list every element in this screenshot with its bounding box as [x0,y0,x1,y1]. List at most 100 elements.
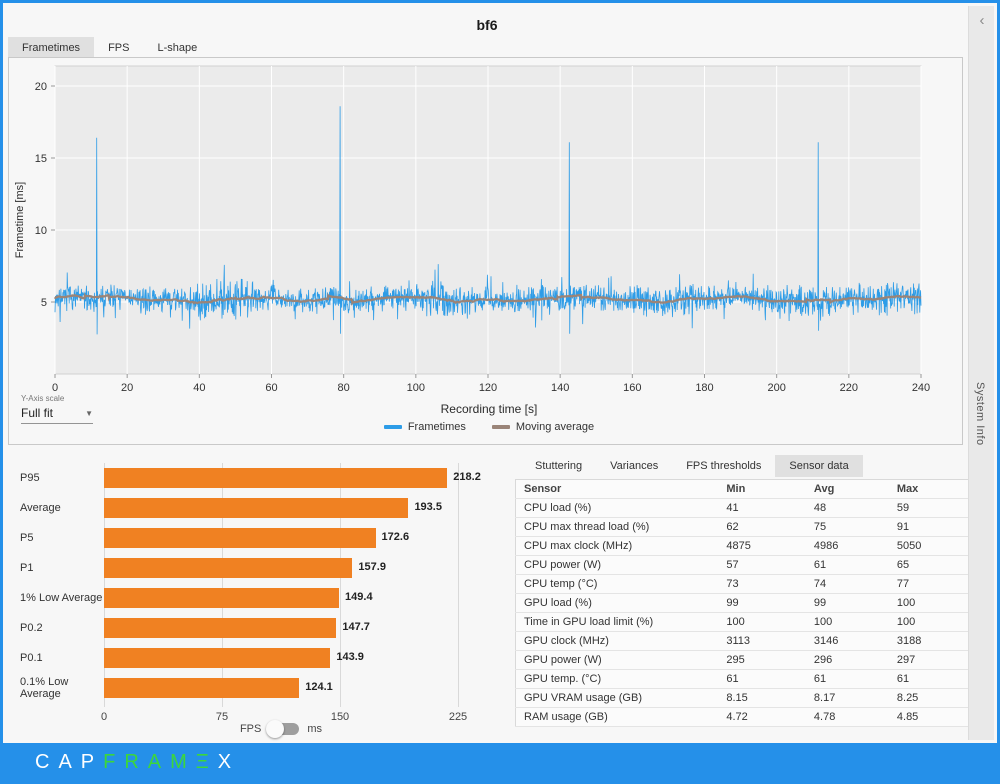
bar-label: Average [8,502,104,514]
svg-text:Frametime [ms]: Frametime [ms] [14,182,26,258]
unit-toggle-row: FPS ms [104,723,458,735]
table-cell: GPU power (W) [516,651,719,670]
bar-label: P1 [8,562,104,574]
stats-tab-variances[interactable]: Variances [596,455,672,477]
bar-chart: P95218.2Average193.5P5172.6P1157.91% Low… [8,463,508,707]
svg-text:20: 20 [121,382,133,394]
table-row[interactable]: GPU VRAM usage (GB)8.158.178.25 [516,689,977,708]
bar-label: P5 [8,532,104,544]
capframex-window: bf6 FrametimesFPSL-shape 020406080100120… [0,0,1000,784]
bar-fill[interactable] [104,498,408,518]
table-cell: 4.72 [718,708,806,727]
bar-fill[interactable] [104,528,376,548]
table-cell: 100 [889,613,977,632]
table-row[interactable]: CPU max thread load (%)627591 [516,518,977,537]
page-title: bf6 [3,17,971,33]
bar-label: P0.1 [8,652,104,664]
fps-statistics-panel: P95218.2Average193.5P5172.6P1157.91% Low… [8,455,508,743]
bar-fill[interactable] [104,588,339,608]
table-cell: 61 [718,670,806,689]
table-row[interactable]: CPU max clock (MHz)487549865050 [516,537,977,556]
footer-bar: CAPFRAMΞX [3,743,997,781]
bar-fill[interactable] [104,678,299,698]
table-cell: 4.85 [889,708,977,727]
bar-value: 143.9 [336,651,364,663]
svg-text:10: 10 [35,225,47,237]
chevron-left-icon[interactable]: ‹ [975,14,989,28]
stats-tab-fps-thresholds[interactable]: FPS thresholds [672,455,775,477]
svg-text:120: 120 [479,382,497,394]
table-cell: Time in GPU load limit (%) [516,613,719,632]
bar-row-p5: P5172.6 [8,523,508,553]
svg-text:200: 200 [767,382,785,394]
table-cell: CPU load (%) [516,499,719,518]
table-cell: 99 [718,594,806,613]
table-cell: 8.25 [889,689,977,708]
table-row[interactable]: GPU power (W)295296297 [516,651,977,670]
table-row[interactable]: RAM usage (GB)4.724.784.85 [516,708,977,727]
table-row[interactable]: GPU clock (MHz)311331463188 [516,632,977,651]
yaxis-scale-dropdown[interactable]: Full fit ▼ [21,406,93,424]
frametime-chart[interactable]: 0204060801001201401601802002202405101520… [9,58,962,444]
svg-text:5: 5 [41,297,47,309]
table-cell: CPU max clock (MHz) [516,537,719,556]
table-row[interactable]: GPU temp. (°C)616161 [516,670,977,689]
table-cell: 75 [806,518,889,537]
chart-view-tabs: FrametimesFPSL-shape [8,37,211,59]
tab-fps[interactable]: FPS [94,37,143,59]
fps-ms-toggle[interactable] [269,723,299,735]
table-cell: 3113 [718,632,806,651]
svg-text:220: 220 [840,382,858,394]
bar-row-p1: P1157.9 [8,553,508,583]
table-cell: 297 [889,651,977,670]
table-cell: RAM usage (GB) [516,708,719,727]
bar-fill[interactable] [104,558,352,578]
yaxis-scale-label: Y-Axis scale [21,394,131,403]
table-header-sensor: Sensor [516,480,719,499]
capframex-logo: CAPFRAMΞX [35,751,240,774]
table-cell: 41 [718,499,806,518]
stats-tab-sensor-data[interactable]: Sensor data [775,455,862,477]
table-cell: 5050 [889,537,977,556]
bar-value: 147.7 [342,621,370,633]
table-row[interactable]: CPU temp (°C)737477 [516,575,977,594]
svg-text:15: 15 [35,153,47,165]
table-row[interactable]: Time in GPU load limit (%)100100100 [516,613,977,632]
bar-fill[interactable] [104,648,330,668]
tab-l-shape[interactable]: L-shape [143,37,211,59]
toggle-knob [266,720,284,738]
stats-tab-stuttering[interactable]: Stuttering [521,455,596,477]
x-axis-caption: Recording time [s] [249,402,729,416]
table-row[interactable]: CPU load (%)414859 [516,499,977,518]
table-cell: 57 [718,556,806,575]
table-cell: 100 [889,594,977,613]
bar-x-tick: 75 [216,711,228,723]
table-row[interactable]: CPU power (W)576165 [516,556,977,575]
svg-text:60: 60 [265,382,277,394]
table-cell: 295 [718,651,806,670]
tab-frametimes[interactable]: Frametimes [8,37,94,59]
bar-fill[interactable] [104,468,447,488]
bar-fill[interactable] [104,618,336,638]
table-cell: 4986 [806,537,889,556]
table-row[interactable]: GPU load (%)9999100 [516,594,977,613]
svg-text:100: 100 [407,382,425,394]
table-cell: GPU VRAM usage (GB) [516,689,719,708]
legend-item: Moving average [492,421,594,433]
table-cell: 4.78 [806,708,889,727]
xi-glyph: Ξ [196,751,218,773]
table-cell: GPU temp. (°C) [516,670,719,689]
legend-swatch [384,425,402,429]
bar-track: 149.4 [104,588,508,608]
svg-text:240: 240 [912,382,930,394]
table-cell: 296 [806,651,889,670]
svg-text:0: 0 [52,382,58,394]
table-cell: 3188 [889,632,977,651]
table-cell: 61 [889,670,977,689]
bar-track: 147.7 [104,618,508,638]
table-cell: 48 [806,499,889,518]
bar-x-tick: 150 [331,711,349,723]
svg-text:80: 80 [338,382,350,394]
sidebar-item-system-info[interactable]: System Info [974,382,986,446]
toggle-label-ms: ms [307,723,322,735]
